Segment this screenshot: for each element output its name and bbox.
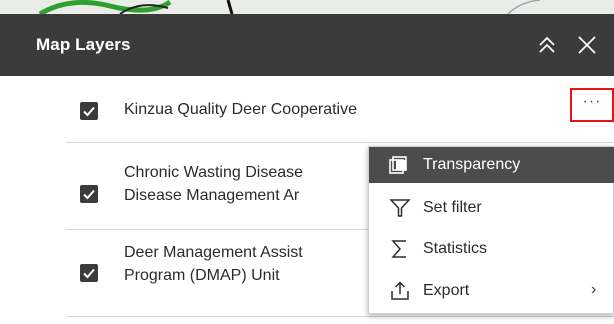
- menu-item-statistics[interactable]: Statistics: [369, 231, 614, 267]
- layer-checkbox[interactable]: [80, 102, 98, 120]
- layer-label: Kinzua Quality Deer Cooperative: [124, 101, 358, 118]
- double-chevron-up-icon: [539, 36, 555, 53]
- collapse-button[interactable]: [534, 32, 560, 58]
- map-background[interactable]: [0, 0, 614, 14]
- close-button[interactable]: [574, 32, 600, 58]
- layer-row: Kinzua Quality Deer Cooperative ···: [66, 76, 614, 143]
- layer-label-line2: Disease Management Ar: [124, 187, 300, 204]
- layer-checkbox[interactable]: [80, 185, 98, 203]
- more-options-icon: ···: [582, 93, 602, 110]
- panel-header: Map Layers: [0, 14, 614, 76]
- checkmark-icon: [83, 106, 95, 117]
- transparency-icon: [389, 156, 407, 174]
- menu-item-label: Statistics: [423, 240, 488, 257]
- layer-label-line2: Program (DMAP) Unit: [124, 267, 280, 284]
- close-icon: [578, 36, 596, 54]
- menu-item-export[interactable]: Export ›: [369, 273, 614, 309]
- filter-icon: [389, 199, 411, 217]
- layer-options-menu: Transparency Set filter Statistics Expor…: [368, 146, 614, 314]
- sigma-icon: [391, 240, 406, 258]
- layer-checkbox[interactable]: [80, 264, 98, 282]
- checkmark-icon: [83, 268, 95, 279]
- layer-label: Deer Management Assist: [124, 244, 303, 261]
- menu-item-transparency[interactable]: Transparency: [369, 147, 614, 183]
- menu-item-label: Set filter: [423, 199, 482, 216]
- checkmark-icon: [83, 189, 95, 200]
- panel-title: Map Layers: [36, 35, 131, 54]
- layer-label: Chronic Wasting Disease: [124, 164, 304, 181]
- export-icon: [391, 281, 409, 300]
- chevron-right-icon: ›: [591, 281, 597, 298]
- menu-item-label: Export: [423, 282, 470, 299]
- menu-item-set-filter[interactable]: Set filter: [369, 190, 614, 226]
- layer-options-button[interactable]: ···: [570, 88, 614, 122]
- menu-item-label: Transparency: [423, 156, 521, 173]
